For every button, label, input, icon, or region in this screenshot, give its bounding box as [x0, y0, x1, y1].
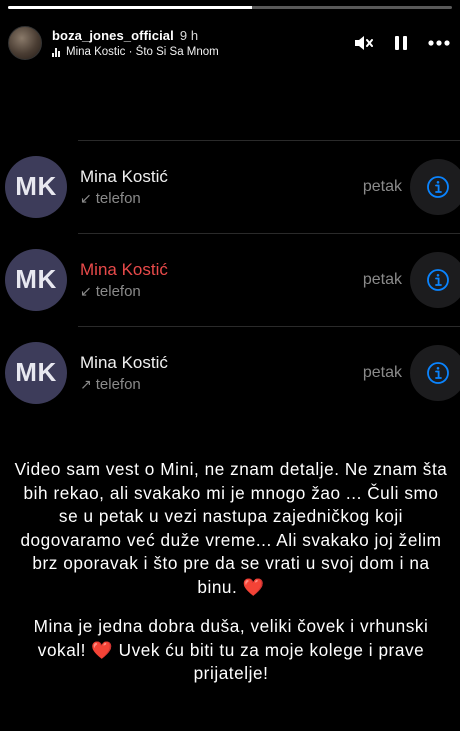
call-day: petak [362, 177, 402, 195]
heart-emoji: ❤️ [91, 639, 114, 660]
call-type-label: telefon [95, 189, 141, 207]
call-log-list: MK Mina Kostić ↙ telefon petak MK Mina K… [0, 140, 460, 419]
info-circle-icon [427, 175, 449, 198]
story-progress-segment [8, 6, 452, 9]
call-type: ↙ telefon [80, 190, 168, 207]
contact-avatar: MK [5, 155, 67, 218]
story-header: boza_jones_official 9 h Mina Kostic · Što… [8, 22, 450, 64]
incoming-call-arrow-icon: ↙ [80, 282, 92, 299]
info-circle-icon [427, 268, 449, 291]
caption-paragraph: Video sam vest o Mini, ne znam detalje. … [12, 458, 450, 599]
divider [78, 140, 460, 141]
story-progress-fill [8, 6, 253, 9]
divider [78, 326, 460, 327]
story-controls [352, 32, 450, 54]
call-type: ↗ telefon [80, 376, 168, 393]
call-log-item[interactable]: MK Mina Kostić ↗ telefon petak [0, 326, 460, 419]
info-button[interactable] [410, 251, 460, 308]
contact-avatar: MK [5, 341, 67, 404]
contact-name: Mina Kostić [80, 166, 168, 186]
more-dots-icon[interactable] [428, 32, 450, 54]
contact-avatar: MK [5, 248, 67, 311]
call-type-label: telefon [95, 282, 141, 300]
avatar[interactable] [8, 26, 42, 60]
call-day: petak [362, 270, 402, 288]
call-log-item[interactable]: MK Mina Kostić ↙ telefon petak [0, 233, 460, 326]
pause-icon[interactable] [390, 32, 412, 54]
caption-text: Video sam vest o Mini, ne znam detalje. … [14, 459, 448, 597]
call-info: Mina Kostić ↗ telefon [80, 353, 168, 393]
story-meta: boza_jones_official 9 h Mina Kostic · Što… [52, 28, 219, 58]
call-info: Mina Kostić ↙ telefon [80, 167, 168, 207]
divider [78, 233, 460, 234]
incoming-call-arrow-icon: ↙ [80, 189, 92, 206]
music-link[interactable]: Mina Kostic · Što Si Sa Mnom [52, 46, 219, 58]
info-circle-icon [427, 361, 449, 384]
heart-emoji: ❤️ [242, 576, 265, 597]
post-time: 9 h [179, 28, 199, 43]
username[interactable]: boza_jones_official [52, 28, 174, 43]
contact-name-missed: Mina Kostić [80, 259, 168, 279]
info-button[interactable] [410, 158, 460, 215]
call-day: petak [362, 363, 402, 381]
speaker-muted-icon[interactable] [352, 32, 374, 54]
call-type-label: telefon [95, 375, 141, 393]
call-type: ↙ telefon [80, 283, 168, 300]
music-bars-icon [52, 47, 60, 57]
call-log-item[interactable]: MK Mina Kostić ↙ telefon petak [0, 140, 460, 233]
info-button[interactable] [410, 344, 460, 401]
contact-name: Mina Kostić [80, 352, 168, 372]
caption-paragraph: Mina je jedna dobra duša, veliki čovek i… [12, 615, 450, 686]
story-progress-bar [8, 6, 452, 9]
outgoing-call-arrow-icon: ↗ [80, 375, 92, 392]
caption-text: Uvek ću biti tu za moje kolege i prave p… [118, 639, 425, 684]
story-caption: Video sam vest o Mini, ne znam detalje. … [12, 458, 450, 686]
call-info: Mina Kostić ↙ telefon [80, 260, 168, 300]
music-label: Mina Kostic · Što Si Sa Mnom [66, 46, 219, 58]
